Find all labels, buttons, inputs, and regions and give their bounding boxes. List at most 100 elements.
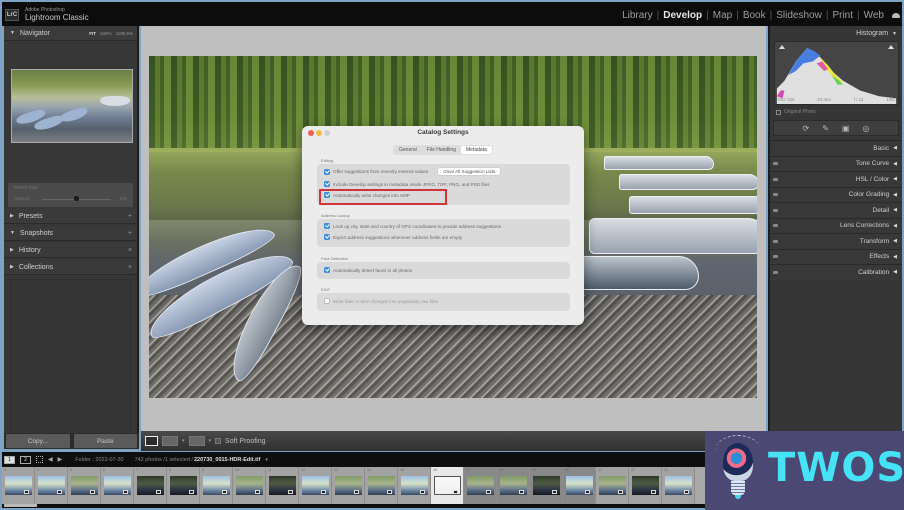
- panel-effects[interactable]: Effects ◀: [770, 248, 902, 264]
- tab-general[interactable]: General: [394, 146, 422, 154]
- add-icon[interactable]: +: [128, 264, 132, 271]
- add-icon[interactable]: +: [128, 213, 132, 220]
- panel-switch-icon[interactable]: [773, 255, 778, 259]
- panel-switch-icon[interactable]: [773, 224, 778, 228]
- highlight-clipping-icon[interactable]: [888, 45, 894, 49]
- monitor-1-button[interactable]: 1: [4, 455, 15, 464]
- option-gps-lookup[interactable]: Look up city, state and country of GPS c…: [324, 223, 501, 229]
- add-icon[interactable]: +: [128, 230, 132, 237]
- panel-transform[interactable]: Transform ◀: [770, 233, 902, 249]
- chevron-down-icon[interactable]: ▾: [209, 438, 212, 444]
- panel-switch-icon[interactable]: [773, 270, 778, 274]
- panel-collections[interactable]: ▶ Collections +: [4, 260, 137, 275]
- filmstrip-thumbnail[interactable]: 3: [2, 467, 35, 504]
- zoom-100[interactable]: 100%: [100, 31, 112, 36]
- clear-icon[interactable]: ×: [128, 247, 132, 254]
- chevron-down-icon[interactable]: ▾: [182, 438, 185, 444]
- checkbox[interactable]: [324, 298, 330, 304]
- paste-button[interactable]: Paste: [73, 434, 137, 448]
- filmstrip-thumbnail[interactable]: 10: [233, 467, 266, 504]
- panel-detail[interactable]: Detail ◀: [770, 202, 902, 218]
- panel-lens-corrections[interactable]: Lens Corrections ◀: [770, 217, 902, 233]
- original-photo-toggle[interactable]: Original Photo: [776, 109, 902, 115]
- filmstrip-scroll-thumb[interactable]: [4, 504, 37, 507]
- filmstrip-thumbnail[interactable]: 13: [332, 467, 365, 504]
- shadow-clipping-icon[interactable]: [779, 45, 785, 49]
- selected-filename[interactable]: 220730_0015-HDR-Edit.tif: [194, 457, 260, 463]
- filmstrip-thumbnail[interactable]: 17: [464, 467, 497, 504]
- panel-snapshots[interactable]: ▼ Snapshots +: [4, 226, 137, 241]
- histogram[interactable]: ISO 100 24 mm f / 11 1/80: [774, 41, 899, 105]
- checkbox[interactable]: [324, 168, 330, 175]
- filmstrip-thumbnail[interactable]: 16: [431, 467, 464, 504]
- panel-color-grading[interactable]: Color Grading ◀: [770, 186, 902, 202]
- crop-icon[interactable]: ⟳: [803, 124, 810, 133]
- histogram-header[interactable]: Histogram ▼: [770, 26, 902, 41]
- panel-switch-icon[interactable]: [773, 239, 778, 243]
- panel-switch-icon[interactable]: [773, 208, 778, 212]
- option-offer-suggestions[interactable]: Offer suggestions from recently entered …: [324, 168, 501, 175]
- filmstrip-thumbnail[interactable]: 11: [266, 467, 299, 504]
- filmstrip-thumbnail[interactable]: 5: [68, 467, 101, 504]
- module-slideshow[interactable]: Slideshow: [772, 10, 826, 21]
- navigator-header[interactable]: ▼ Navigator FIT 100% 1195.5%: [4, 26, 137, 41]
- masking-icon[interactable]: ▣: [842, 124, 850, 133]
- module-map[interactable]: Map: [709, 10, 736, 21]
- filmstrip-thumbnail[interactable]: 4: [35, 467, 68, 504]
- module-develop[interactable]: Develop: [659, 10, 706, 21]
- forward-arrow-icon[interactable]: ▶: [58, 456, 63, 463]
- module-web[interactable]: Web: [860, 10, 888, 21]
- option-detect-faces[interactable]: Automatically detect faces in all photos: [324, 267, 412, 273]
- module-print[interactable]: Print: [828, 10, 857, 21]
- panel-history[interactable]: ▶ History ×: [4, 243, 137, 258]
- redeye-icon[interactable]: ◎: [862, 124, 869, 133]
- filmstrip-thumbnail[interactable]: 15: [398, 467, 431, 504]
- filmstrip-thumbnail[interactable]: 12: [299, 467, 332, 504]
- copy-button[interactable]: Copy...: [6, 434, 70, 448]
- grid-view-icon[interactable]: [36, 456, 43, 463]
- tab-metadata[interactable]: Metadata: [460, 146, 492, 154]
- folder-label[interactable]: Folder : 2022-07-30: [75, 457, 123, 463]
- option-export-address[interactable]: Export address suggestions whenever addr…: [324, 234, 462, 240]
- module-book[interactable]: Book: [739, 10, 770, 21]
- before-after-swap-icon[interactable]: [188, 436, 205, 446]
- healing-icon[interactable]: ✎: [822, 124, 829, 133]
- filmstrip-thumbnail[interactable]: 18: [497, 467, 530, 504]
- panel-switch-icon[interactable]: [773, 177, 778, 181]
- soft-proofing-checkbox[interactable]: [215, 438, 222, 444]
- panel-hsl-color[interactable]: HSL / Color ◀: [770, 171, 902, 187]
- filmstrip-thumbnail[interactable]: 22: [629, 467, 662, 504]
- panel-presets[interactable]: ▶ Presets +: [4, 209, 137, 224]
- tab-file-handling[interactable]: File Handling: [422, 146, 461, 154]
- checkbox[interactable]: [324, 223, 330, 229]
- original-photo-checkbox[interactable]: [776, 109, 781, 115]
- monitor-2-button[interactable]: 2: [20, 455, 31, 464]
- filmstrip-thumbnail[interactable]: 7: [134, 467, 167, 504]
- filmstrip-thumbnail[interactable]: 21: [596, 467, 629, 504]
- amount-slider[interactable]: [42, 196, 111, 201]
- panel-calibration[interactable]: Calibration ◀: [770, 264, 902, 280]
- cloud-icon[interactable]: [892, 13, 900, 18]
- filmstrip-thumbnail[interactable]: 23: [662, 467, 695, 504]
- before-after-icon[interactable]: [162, 436, 178, 446]
- panel-tone-curve[interactable]: Tone Curve ◀: [770, 155, 902, 171]
- clear-suggestion-lists-button[interactable]: Clear All Suggestion Lists: [438, 168, 501, 175]
- checkbox[interactable]: [324, 267, 330, 273]
- loupe-view-icon[interactable]: [145, 436, 158, 446]
- panel-switch-icon[interactable]: [773, 162, 778, 166]
- module-library[interactable]: Library: [618, 10, 657, 21]
- filmstrip-thumbnail[interactable]: 14: [365, 467, 398, 504]
- checkbox[interactable]: [324, 181, 330, 187]
- filmstrip-thumbnail[interactable]: 8: [167, 467, 200, 504]
- chevron-down-icon[interactable]: ▾: [265, 457, 268, 463]
- panel-basic[interactable]: Basic ◀: [770, 140, 902, 156]
- option-include-develop-settings[interactable]: Include Develop settings in metadata ins…: [324, 181, 489, 187]
- zoom-custom[interactable]: 1195.5%: [116, 31, 133, 36]
- back-arrow-icon[interactable]: ◀: [48, 456, 53, 463]
- panel-switch-icon[interactable]: [773, 193, 778, 197]
- zoom-fit[interactable]: FIT: [89, 31, 96, 36]
- filmstrip-thumbnail[interactable]: 6: [101, 467, 134, 504]
- filmstrip-thumbnail[interactable]: 19: [530, 467, 563, 504]
- navigator-preview[interactable]: [11, 69, 133, 143]
- amount-slider-knob[interactable]: [73, 196, 79, 201]
